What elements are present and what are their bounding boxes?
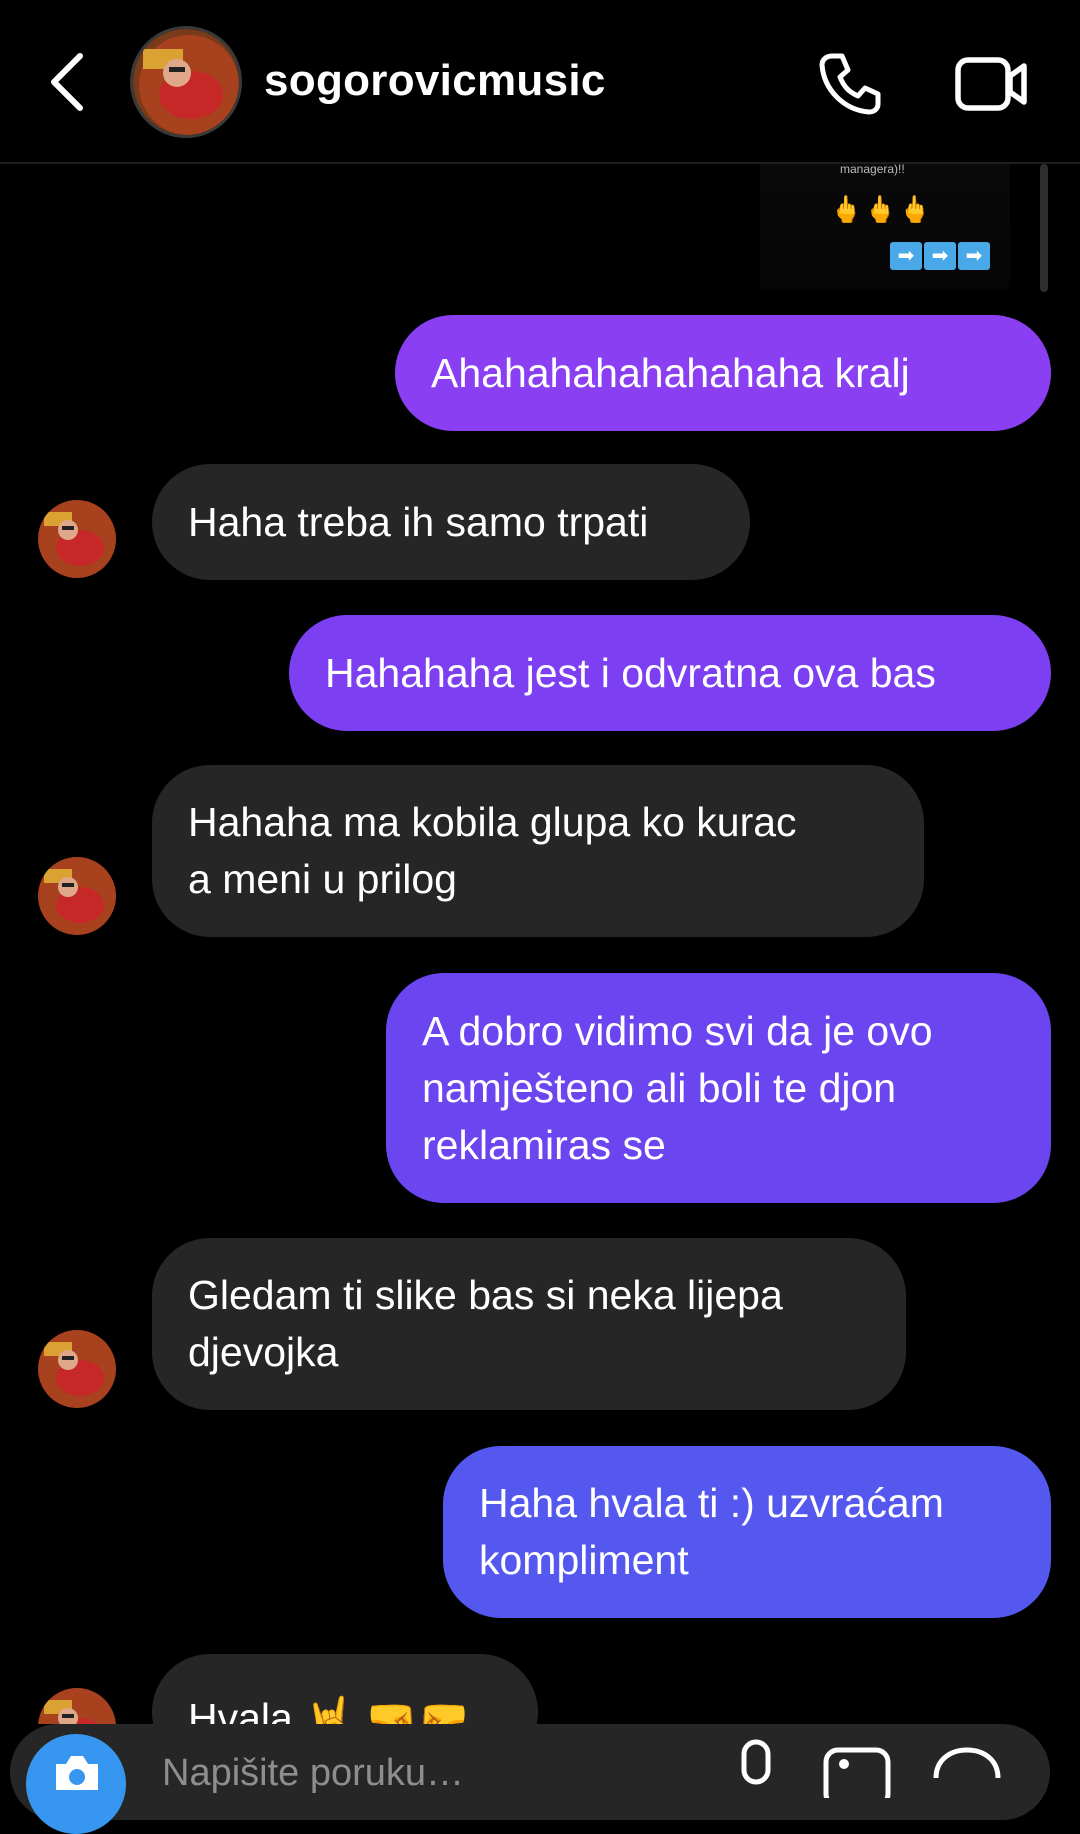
message-text-line: djevojka (188, 1329, 339, 1375)
audio-call-button[interactable] (812, 46, 888, 122)
sticker-button[interactable] (930, 1738, 1004, 1798)
chevron-left-icon (51, 53, 83, 111)
sender-avatar[interactable] (38, 1688, 116, 1724)
scrollbar[interactable] (1040, 164, 1048, 292)
message-text-line: reklamiras se (422, 1121, 666, 1168)
phone-icon (819, 53, 881, 115)
camera-icon (56, 1756, 98, 1790)
incoming-message[interactable]: Hvala 🤘 🤜🤛 (152, 1654, 538, 1724)
voice-message-button[interactable] (728, 1738, 784, 1798)
sender-avatar[interactable] (38, 1330, 116, 1408)
shared-post-emoji: 🖕🖕🖕 (830, 194, 934, 224)
incoming-message[interactable]: Gledam ti slike bas si neka lijepa djevo… (152, 1238, 906, 1410)
message-thread[interactable]: managera)!! 🖕🖕🖕 ➡ ➡ ➡ Ahahahahahahahaha … (0, 164, 1080, 1724)
shared-post-arrows: ➡ ➡ ➡ (890, 242, 990, 270)
back-button[interactable] (36, 46, 96, 118)
message-text-line: a meni u prilog (188, 856, 457, 902)
outgoing-message[interactable]: Haha hvala ti :) uzvraćam kompliment (443, 1446, 1051, 1618)
chat-header: sogorovicmusic (0, 0, 1080, 164)
arrow-right-icon: ➡ (958, 242, 990, 270)
message-text-line: Haha treba ih samo trpati (188, 498, 649, 545)
message-input[interactable] (160, 1752, 684, 1794)
message-text-line: namješteno ali boli te djon (422, 1064, 897, 1111)
microphone-icon (741, 1739, 771, 1785)
video-call-button[interactable] (950, 46, 1034, 122)
message-text-line: Ahahahahahahahaha kralj (431, 349, 910, 396)
video-camera-icon (955, 57, 1027, 111)
message-text-line: Haha hvala ti :) uzvraćam (479, 1480, 944, 1526)
message-text-line: A dobro vidimo svi da je ovo (422, 1007, 933, 1054)
sender-avatar[interactable] (38, 857, 116, 935)
outgoing-message[interactable]: Hahahaha jest i odvratna ova bas (289, 615, 1051, 731)
sticker-icon (933, 1747, 1001, 1779)
message-text-line: Hahaha ma kobila glupa ko kurac (188, 799, 797, 845)
message-text-line: kompliment (479, 1537, 689, 1583)
arrow-right-icon: ➡ (924, 242, 956, 270)
profile-avatar[interactable] (130, 26, 242, 138)
camera-button[interactable] (26, 1734, 126, 1834)
gallery-button[interactable] (820, 1738, 894, 1809)
shared-post-caption: managera)!! (840, 164, 905, 176)
outgoing-message[interactable]: A dobro vidimo svi da je ovo namješteno … (386, 973, 1051, 1203)
arrow-right-icon: ➡ (890, 242, 922, 270)
message-composer (10, 1724, 1050, 1834)
message-text-line: Hvala 🤘 🤜🤛 (188, 1695, 469, 1724)
message-text-line: Gledam ti slike bas si neka lijepa (188, 1272, 783, 1318)
incoming-message[interactable]: Haha treba ih samo trpati (152, 464, 750, 580)
incoming-message[interactable]: Hahaha ma kobila glupa ko kurac a meni u… (152, 765, 924, 937)
shared-post-preview[interactable]: managera)!! 🖕🖕🖕 ➡ ➡ ➡ (760, 164, 1010, 290)
sender-avatar[interactable] (38, 500, 116, 578)
image-icon (823, 1747, 891, 1809)
outgoing-message[interactable]: Ahahahahahahahaha kralj (395, 315, 1051, 431)
message-text-line: Hahahaha jest i odvratna ova bas (325, 649, 936, 696)
chat-username[interactable]: sogorovicmusic (264, 56, 606, 106)
